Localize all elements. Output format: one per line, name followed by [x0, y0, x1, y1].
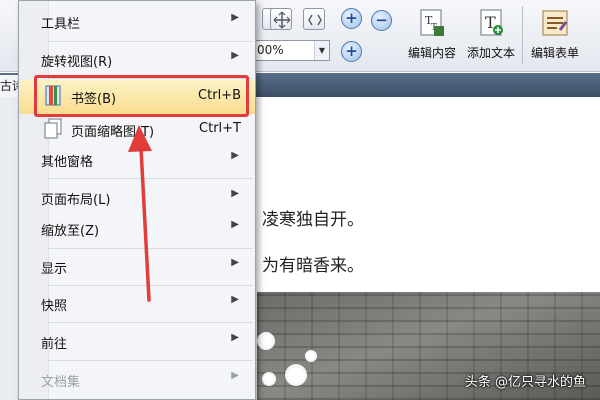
submenu-arrow-icon: ▶ [231, 188, 239, 199]
menu-item-toolbar[interactable]: 工具栏 ▶ [19, 5, 255, 39]
add-text-button[interactable]: T 添加文本 [462, 6, 520, 66]
zoom-out-icon[interactable]: − [371, 10, 392, 31]
add-text-label: 添加文本 [466, 46, 515, 60]
menu-item-label: 旋转视图(R) [41, 55, 113, 70]
watermark: 头条 @亿只寻水的鱼 [464, 375, 586, 390]
fit-width-icon[interactable] [270, 8, 292, 30]
plum-blossom [257, 332, 275, 350]
plum-blossom [285, 364, 307, 386]
menu-separator [49, 360, 253, 361]
submenu-arrow-icon: ▶ [231, 332, 239, 343]
menu-item-label: 工具栏 [41, 17, 81, 32]
menu-separator [49, 178, 253, 179]
menu-item-page-thumbnails[interactable]: 页面缩略图(T) Ctrl+T [19, 113, 255, 147]
menu-item-label: 其他窗格 [41, 155, 94, 170]
document-tab[interactable]: 古诗 [0, 75, 19, 97]
menu-item-zoom-to[interactable]: 缩放至(Z) ▶ [19, 212, 255, 246]
poem-line: 凌寒独自开。 [262, 210, 364, 230]
menu-item-snapshot[interactable]: 快照 ▶ [19, 287, 255, 321]
chevron-down-icon[interactable]: ▼ [314, 41, 329, 60]
menu-item-label: 页面缩略图(T) [71, 125, 155, 140]
toolbar-separator [522, 6, 523, 64]
menu-separator [49, 285, 253, 286]
zoom-in-magnifier-icon[interactable]: + [341, 8, 362, 29]
zoom-combo[interactable]: 00% ▼ [254, 40, 330, 61]
menu-separator [49, 248, 253, 249]
zoom-value: 00% [257, 43, 284, 57]
edit-content-label: 编辑内容 [407, 46, 456, 60]
submenu-arrow-icon: ▶ [231, 12, 239, 23]
plum-blossom [262, 372, 276, 386]
menu-item-page-layout[interactable]: 页面布局(L) ▶ [19, 181, 255, 215]
submenu-arrow-icon: ▶ [231, 294, 239, 305]
navigation-pane-strip[interactable] [0, 97, 19, 400]
document-tab-label: 古诗 [0, 79, 19, 93]
submenu-arrow-icon: ▶ [231, 50, 239, 61]
annotation-highlight-box [34, 75, 249, 117]
page-thumbnails-icon [43, 118, 63, 144]
menu-item-display[interactable]: 显示 ▶ [19, 250, 255, 284]
plum-blossom [305, 350, 317, 362]
menu-separator [49, 41, 253, 42]
zoom-in-icon[interactable]: + [341, 41, 362, 62]
menu-item-document-collection: 文档集 ▶ [19, 363, 255, 397]
edit-form-label: 编辑表单 [530, 46, 579, 60]
menu-item-go-to[interactable]: 前往 ▶ [19, 325, 255, 359]
poem-line: 为有暗香来。 [262, 256, 364, 276]
menu-item-other-panes[interactable]: 其他窗格 ▶ [19, 143, 255, 177]
menu-item-label: 前往 [41, 337, 68, 352]
edit-form-button[interactable]: 编辑表单 [526, 6, 584, 66]
menu-item-rotate-view[interactable]: 旋转视图(R) ▶ [19, 43, 255, 77]
menu-item-label: 页面布局(L) [41, 193, 111, 208]
submenu-arrow-icon: ▶ [231, 219, 239, 230]
add-text-icon: T [476, 8, 506, 38]
actual-size-icon[interactable] [303, 8, 325, 30]
submenu-arrow-icon: ▶ [231, 257, 239, 268]
menu-item-label: 快照 [41, 299, 68, 314]
menu-item-label: 文档集 [41, 375, 81, 390]
menu-item-label: 缩放至(Z) [41, 224, 100, 239]
submenu-arrow-icon: ▶ [231, 370, 239, 381]
menu-separator [49, 322, 253, 323]
edit-content-icon: TT [417, 8, 447, 38]
view-context-menu: 工具栏 ▶ 旋转视图(R) ▶ 书签(B) Ctrl+B 页面缩略图(T) Ct… [18, 0, 256, 400]
edit-form-icon [540, 8, 570, 38]
submenu-arrow-icon: ▶ [231, 150, 239, 161]
edit-content-button[interactable]: TT 编辑内容 [404, 6, 460, 66]
menu-item-shortcut: Ctrl+T [199, 121, 241, 136]
menu-item-label: 显示 [41, 262, 68, 277]
